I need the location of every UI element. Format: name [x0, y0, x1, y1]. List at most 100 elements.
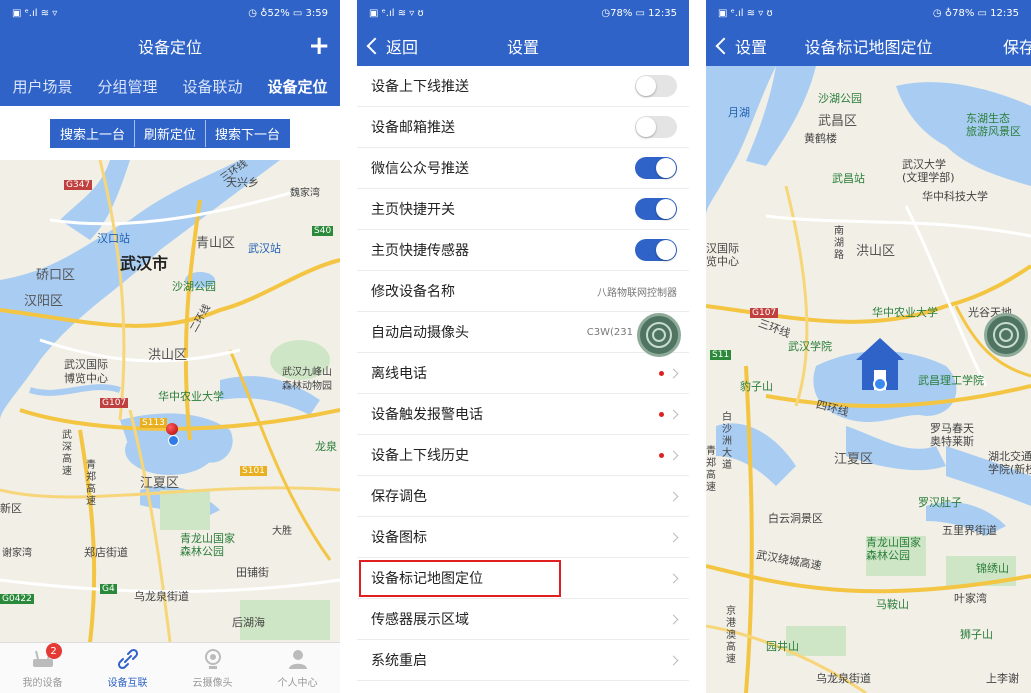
back-button[interactable]: 设置: [714, 26, 767, 66]
tab-device-linkage[interactable]: 设备联动: [182, 76, 242, 97]
map-label-wcit: 武昌理工学院: [918, 374, 984, 387]
setting-label: 保存调色: [371, 489, 427, 505]
search-next-button[interactable]: 搜索下一台: [206, 119, 290, 147]
map-label-g107: G107: [750, 308, 779, 318]
setting-row-home-sensor[interactable]: 主页快捷传感器: [357, 230, 689, 271]
refresh-location-button[interactable]: 刷新定位: [134, 119, 206, 147]
map-view[interactable]: 武汉市 汉口站 武汉站 青山区 天兴乡 魏家湾 硚口区 汉阳区 沙湖公园 洪山区…: [0, 160, 340, 642]
floating-assist-button[interactable]: [637, 313, 681, 357]
map-label-qinglong: 青龙山国家 森林公园: [180, 532, 235, 558]
chevron-right-icon: [668, 614, 679, 624]
map-label-wushen: 武 深 高 速: [62, 430, 72, 477]
setting-row-reboot[interactable]: 系统重启: [357, 640, 689, 681]
map-label-maanshan: 马鞍山: [876, 598, 909, 611]
chevron-left-icon: [715, 37, 733, 55]
top-tabs: 用户场景 分组管理 设备联动 设备定位: [0, 66, 340, 106]
title-bar: 返回 设置: [357, 26, 689, 66]
device-marker-red[interactable]: [166, 423, 178, 435]
map-label-dajun: 大胜: [272, 526, 292, 537]
plus-icon[interactable]: +: [308, 26, 330, 66]
chevron-right-icon: [668, 491, 679, 501]
setting-label: 自动启动摄像头: [371, 325, 469, 341]
map-label-weijia: 魏家湾: [290, 188, 320, 199]
nav-profile[interactable]: 个人中心: [263, 647, 333, 689]
back-button[interactable]: 返回: [365, 26, 418, 66]
setting-row-wechat-push[interactable]: 微信公众号推送: [357, 148, 689, 189]
map-label-jinxiu: 锦绣山: [976, 562, 1009, 575]
device-marker-blue[interactable]: [168, 435, 179, 446]
nav-device-interconnect[interactable]: 设备互联: [93, 647, 163, 689]
tab-user-scene[interactable]: 用户场景: [12, 76, 72, 97]
map-label-jiangxia: 江夏区: [834, 452, 874, 467]
setting-label: 传感器展示区域: [371, 612, 469, 628]
map-label-luohan: 罗汉肚子: [918, 496, 962, 509]
page-title: 设备标记地图定位: [804, 38, 933, 57]
setting-row-map-location[interactable]: 设备标记地图定位: [357, 558, 689, 599]
setting-row-offline-phone[interactable]: 离线电话: [357, 353, 689, 394]
status-left: ▣ ᵉ.ıl ≋ ▿ ʊ: [718, 7, 773, 19]
page-title: 设置: [506, 38, 539, 57]
toggle-switch[interactable]: [635, 239, 677, 261]
back-label: 返回: [386, 38, 419, 57]
toggle-switch[interactable]: [635, 157, 677, 179]
map-label-shizishan: 狮子山: [960, 628, 993, 641]
setting-row-rename-device[interactable]: 修改设备名称 八路物联网控制器: [357, 271, 689, 312]
nav-cloud-camera[interactable]: 云摄像头: [178, 647, 248, 689]
map-label-wuhan-college: 武汉学院: [788, 340, 832, 353]
setting-row-alarm-phone[interactable]: 设备触发报警电话: [357, 394, 689, 435]
toggle-switch[interactable]: [635, 116, 677, 138]
map-view[interactable]: 沙湖公园 月湖 武昌区 黄鹤楼 东湖生态 旅游风景区 武汉大学 (文理学部) 武…: [706, 66, 1031, 693]
setting-label: 修改设备名称: [371, 284, 455, 300]
search-controls: 搜索上一台 刷新定位 搜索下一台: [0, 106, 340, 160]
map-label-shangli: 上李谢: [986, 672, 1019, 685]
map-label-baiyun: 白云洞景区: [768, 512, 823, 525]
link-icon: [116, 647, 140, 671]
status-bar: ▣ ᵉ.ıl ≋ ▿ ʊ ◷78% ▭ 12:35: [357, 0, 689, 26]
map-label-qinglong: 青龙山国家 森林公园: [866, 536, 921, 562]
setting-row-save-color[interactable]: 保存调色: [357, 476, 689, 517]
bottom-nav: 2 我的设备 设备互联 云摄像头 个人中心: [0, 642, 340, 693]
settings-list: 设备上下线推送 设备邮箱推送 微信公众号推送 主页快捷开关 主页快捷传感器 修改…: [357, 66, 689, 693]
chevron-right-icon: [668, 573, 679, 583]
map-label-nanhu-road: 南 湖 路: [834, 226, 844, 261]
map-label-g347: G347: [64, 180, 93, 190]
setting-row-device-icon[interactable]: 设备图标: [357, 517, 689, 558]
map-label-huanong: 华中农业大学: [158, 390, 224, 403]
nav-label: 我的设备: [22, 678, 63, 689]
map-label-s11: S11: [710, 350, 732, 360]
setting-label: 主页快捷开关: [371, 202, 455, 218]
setting-row-sensor-area[interactable]: 传感器展示区域: [357, 599, 689, 640]
map-label-qiaokou: 硚口区: [36, 268, 76, 283]
alert-dot: [659, 411, 664, 417]
setting-label: 微信公众号推送: [371, 161, 469, 177]
map-label-jiufeng: 武汉九峰山 森林动物园: [282, 367, 332, 392]
status-left: ▣ ᵉ.ıl ≋ ▿: [12, 7, 58, 19]
highlight-box: [359, 560, 561, 597]
setting-row-online-push[interactable]: 设备上下线推送: [357, 66, 689, 107]
setting-label: 设备图标: [371, 530, 427, 546]
alert-dot: [659, 452, 664, 458]
tab-group-manage[interactable]: 分组管理: [97, 76, 157, 97]
nav-my-devices[interactable]: 2 我的设备: [8, 643, 78, 689]
save-button[interactable]: 保存: [1003, 26, 1031, 66]
setting-row-online-history[interactable]: 设备上下线历史: [357, 435, 689, 476]
floating-assist-button[interactable]: [984, 313, 1028, 357]
chevron-left-icon: [366, 37, 384, 55]
setting-row-home-switch[interactable]: 主页快捷开关: [357, 189, 689, 230]
tab-device-location[interactable]: 设备定位: [267, 76, 327, 97]
map-label-hongshan: 洪山区: [148, 348, 188, 363]
map-label-jiangxia: 江夏区: [140, 476, 180, 491]
device-home-marker[interactable]: [852, 334, 908, 398]
search-prev-button[interactable]: 搜索上一台: [50, 119, 135, 147]
status-bar: ▣ ᵉ.ıl ≋ ▿ ʊ ◷ ♁78% ▭ 12:35: [706, 0, 1031, 26]
map-label-s40: S40: [312, 226, 334, 236]
device-location-screen: ▣ ᵉ.ıl ≋ ▿ ◷ ♁52% ▭ 3:59 设备定位 + 用户场景 分组管…: [0, 0, 340, 693]
search-button-group: 搜索上一台 刷新定位 搜索下一台: [49, 118, 291, 148]
map-label-hanyang: 汉阳区: [24, 294, 64, 309]
toggle-switch[interactable]: [635, 198, 677, 220]
toggle-switch[interactable]: [635, 75, 677, 97]
setting-row-email-push[interactable]: 设备邮箱推送: [357, 107, 689, 148]
map-label-g0422: G0422: [0, 594, 34, 604]
setting-label: 主页快捷传感器: [371, 243, 469, 259]
setting-value: C3W(231: [586, 326, 633, 338]
